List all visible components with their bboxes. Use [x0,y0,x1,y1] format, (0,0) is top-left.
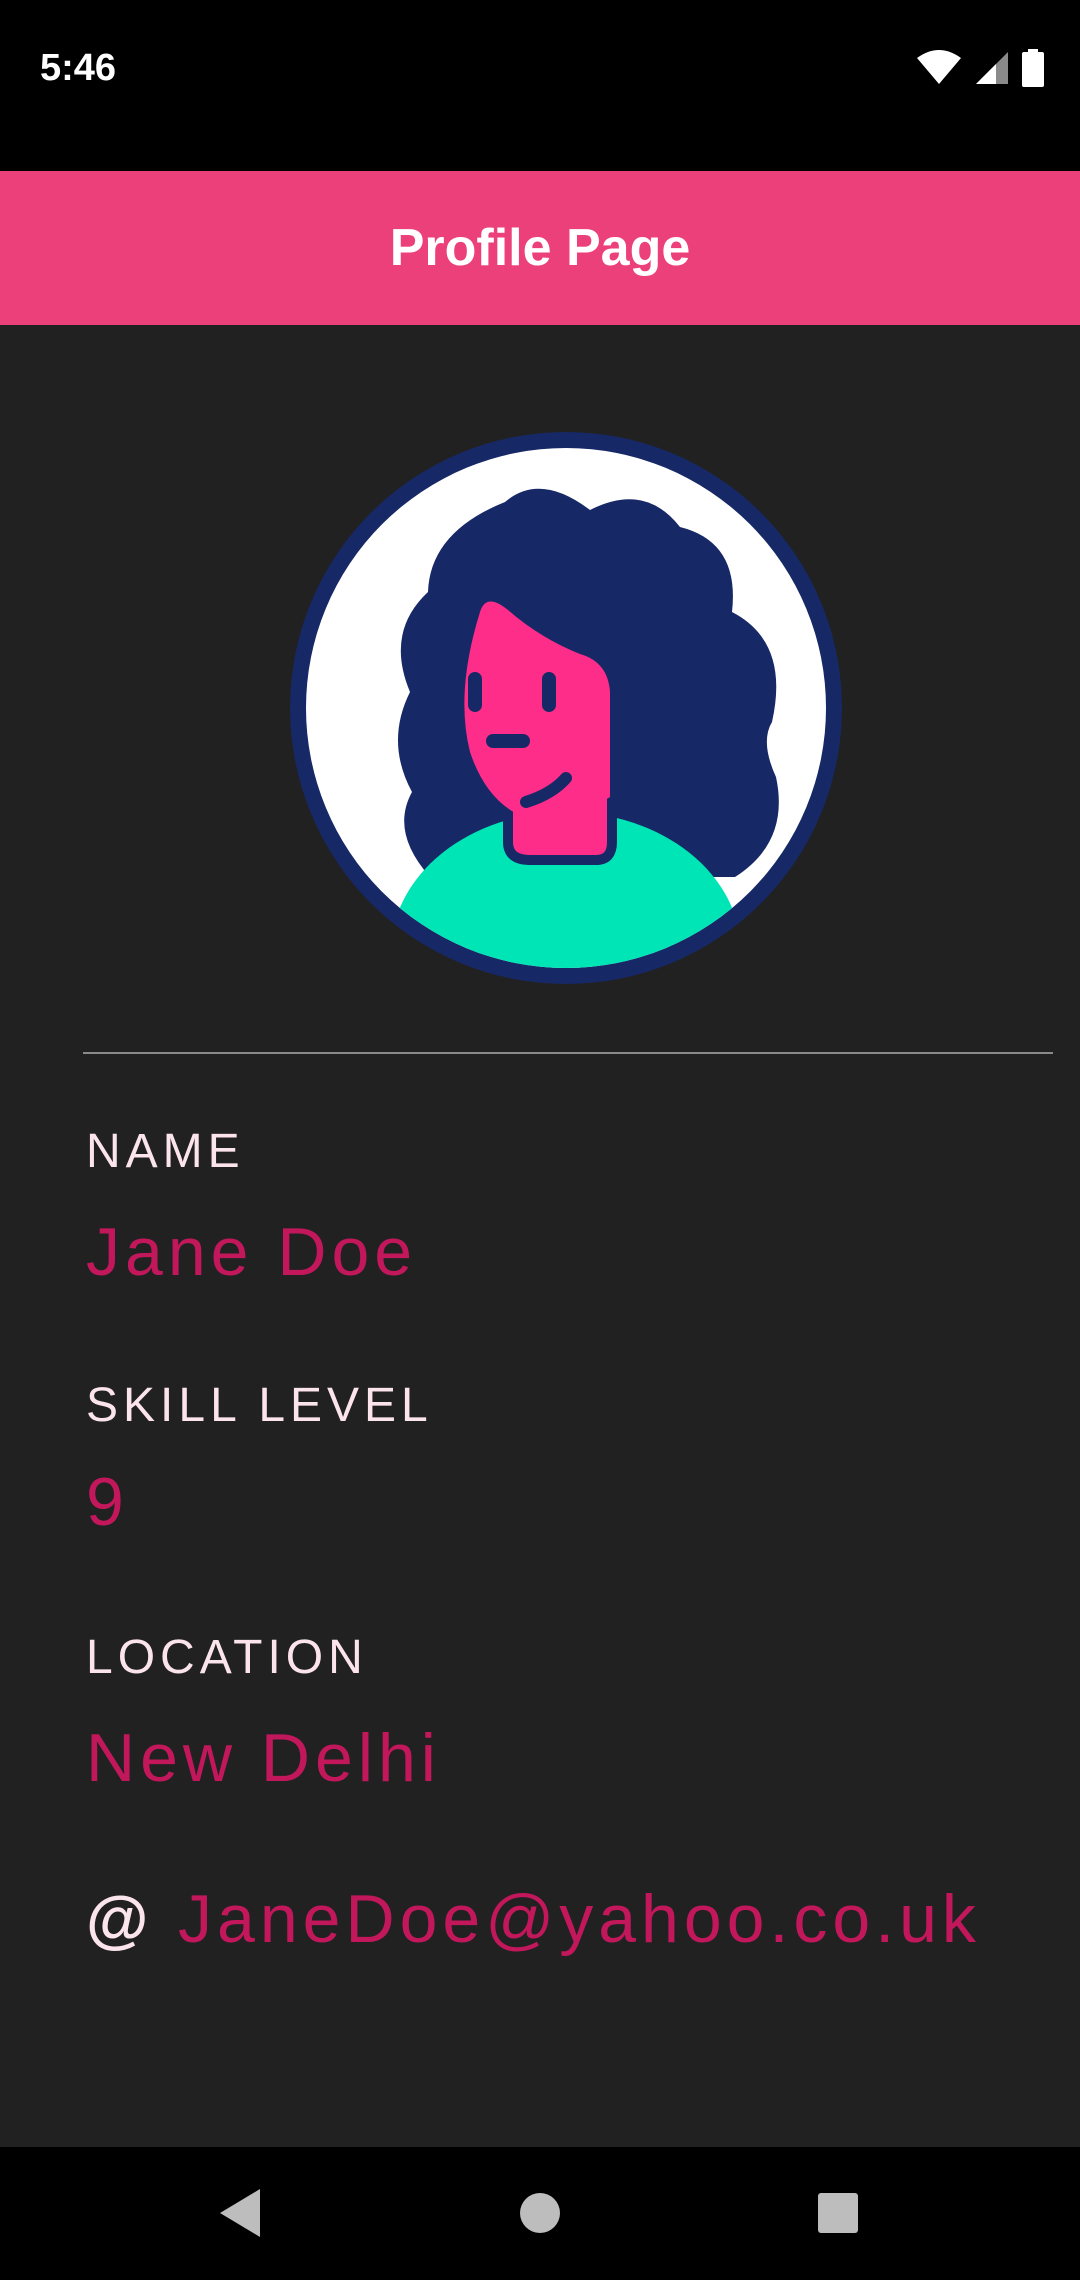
skill-level-value: 9 [86,1464,129,1540]
recents-button[interactable] [802,2177,874,2249]
skill-level-label: SKILL LEVEL [86,1379,433,1432]
location-label: LOCATION [86,1631,368,1684]
location-value: New Delhi [86,1720,441,1796]
cell-signal-icon [976,52,1008,84]
wifi-icon [917,50,961,84]
home-icon [520,2193,560,2233]
recents-icon [818,2193,858,2233]
status-time: 5:46 [40,47,117,89]
avatar [290,432,842,984]
navigation-bar [0,2147,1080,2280]
email-value: JaneDoe@yahoo.co.uk [178,1881,981,1957]
page-title: Profile Page [389,219,691,277]
email-row: @ JaneDoe@yahoo.co.uk [86,1880,981,1958]
at-sign-icon: @ [86,1883,149,1955]
back-button[interactable] [204,2177,276,2249]
name-value: Jane Doe [86,1214,418,1290]
back-icon [220,2189,260,2237]
status-bar: 5:46 [0,0,1080,171]
divider [83,1052,1053,1054]
battery-icon [1022,49,1044,87]
home-button[interactable] [504,2177,576,2249]
name-label: NAME [86,1125,245,1178]
status-icons [916,46,1044,90]
female-avatar-icon [290,432,842,984]
app-bar: Profile Page [0,171,1080,325]
